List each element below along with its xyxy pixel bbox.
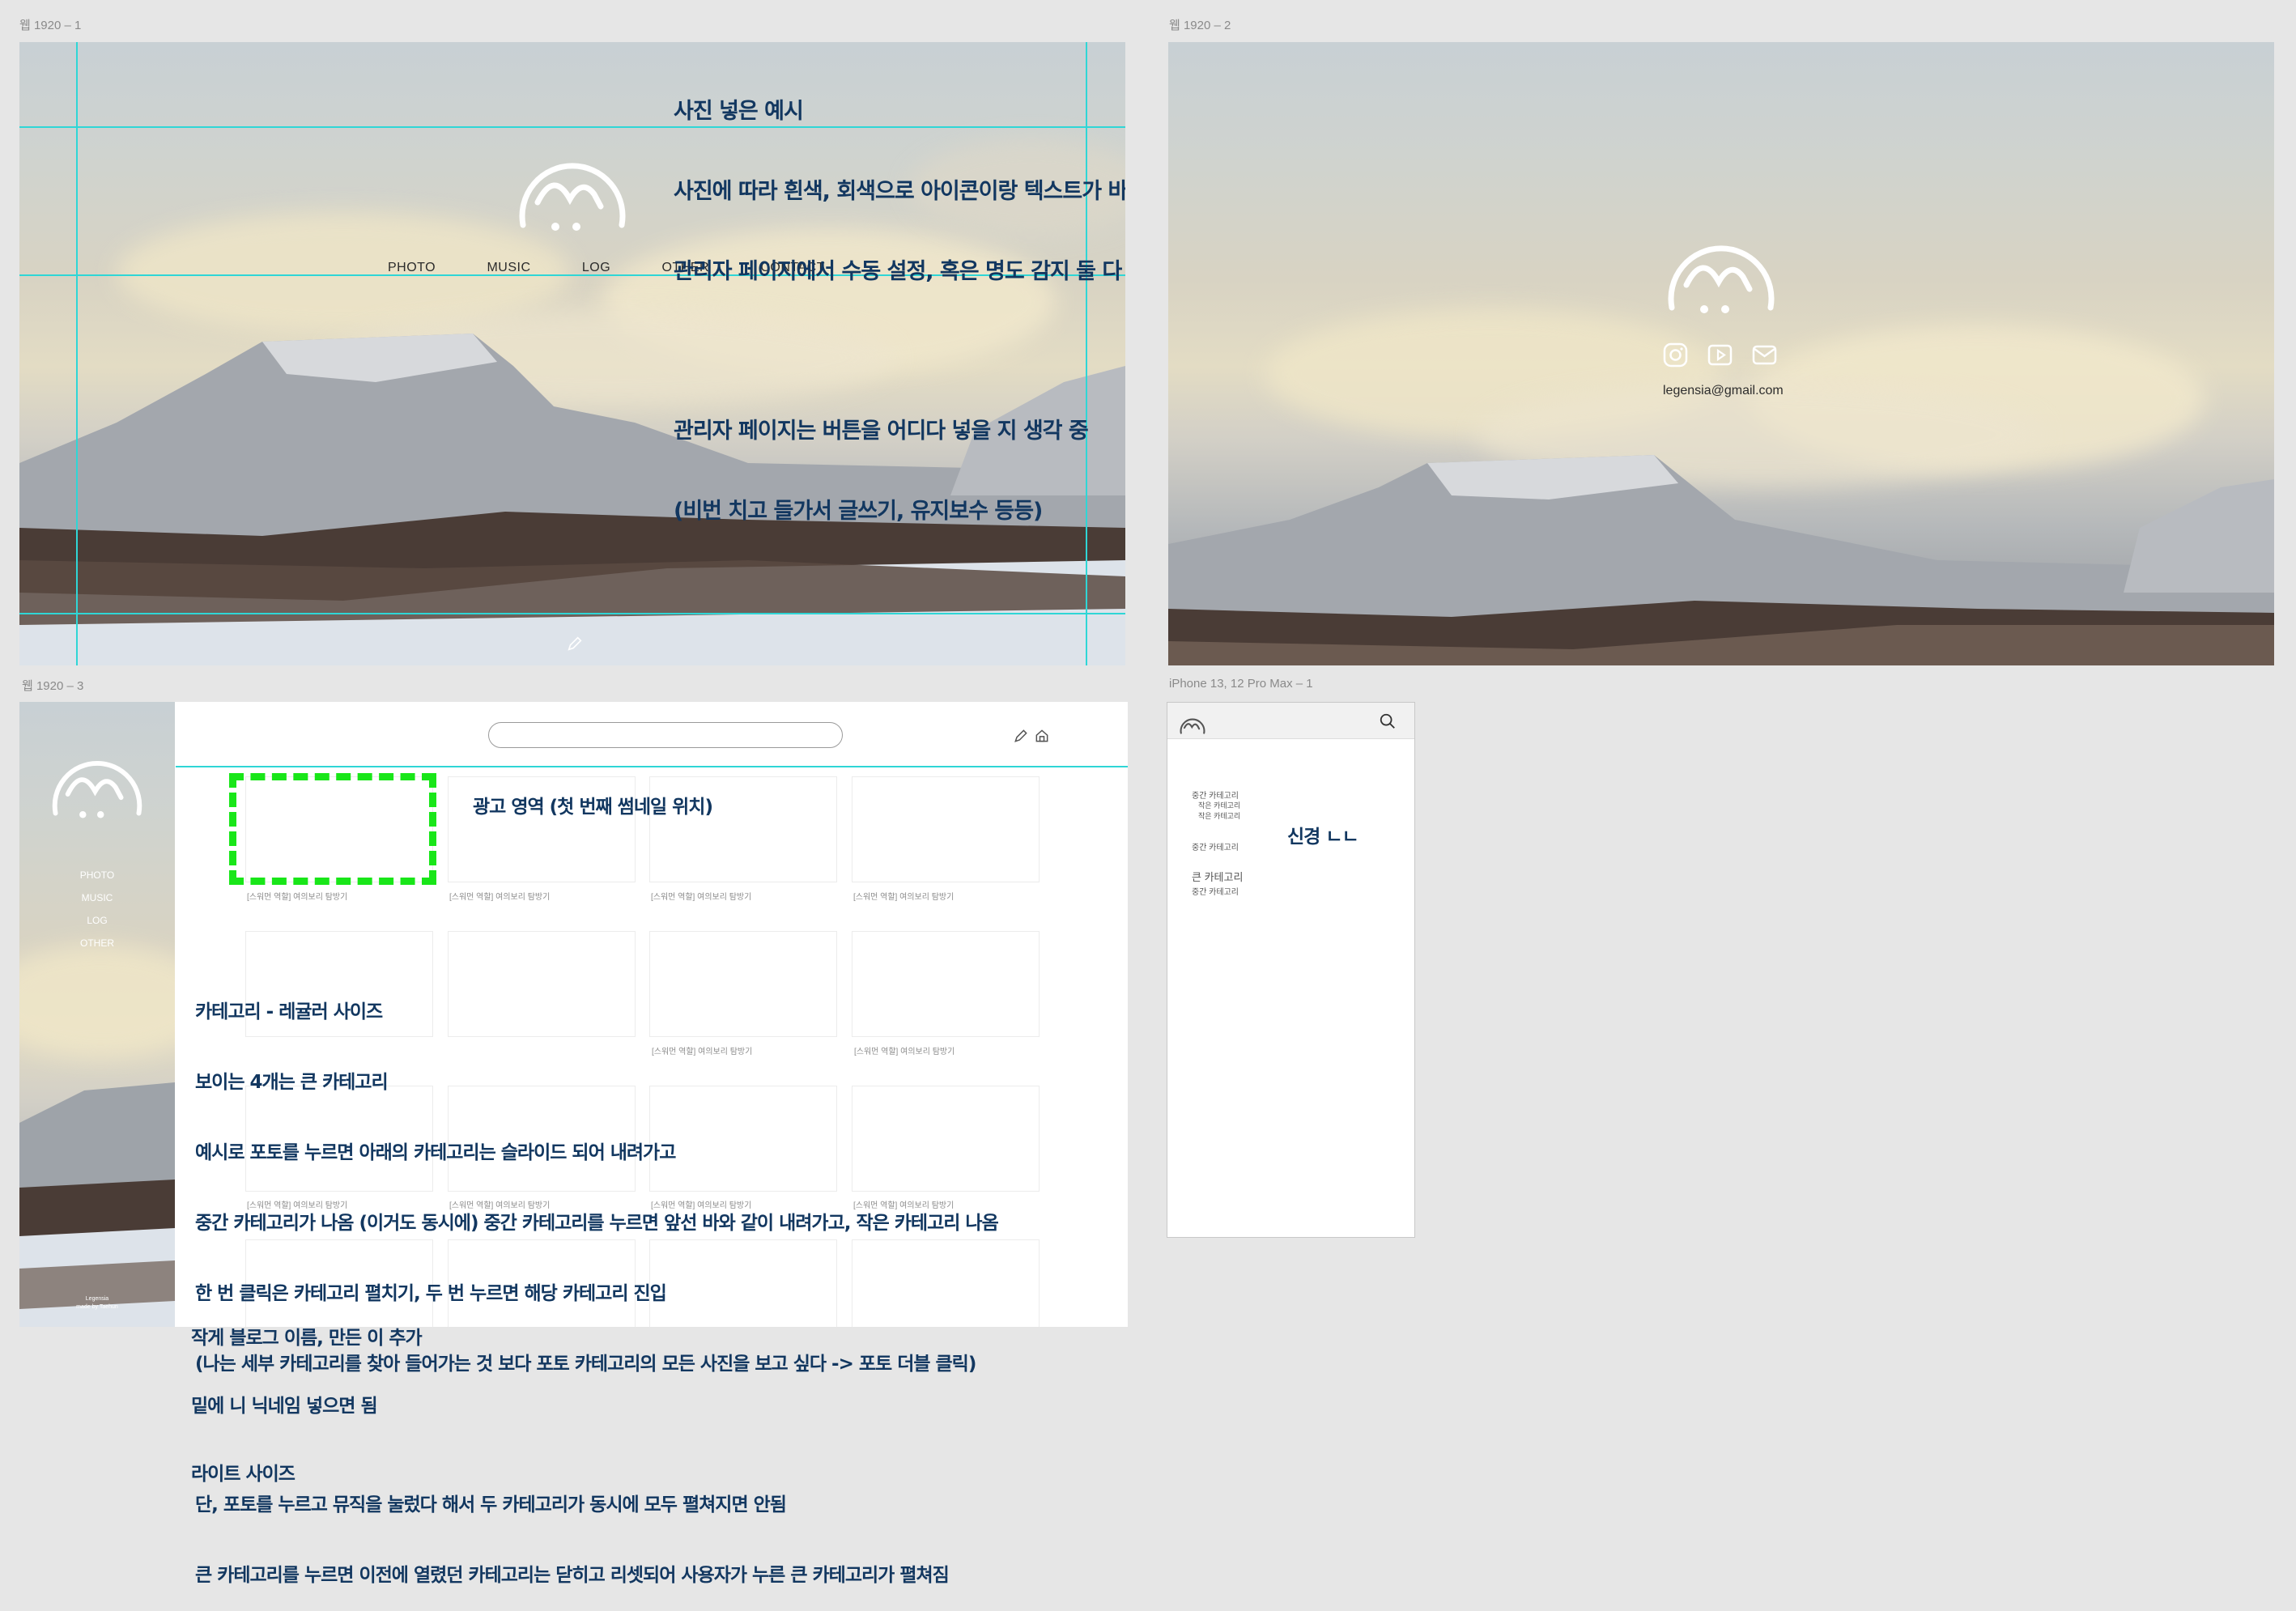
annotation-ad: 광고 영역 (첫 번째 썸네일 위치) [473,797,713,818]
artboard-iphone: 중간 카테고리 작은 카테고리 작은 카테고리 중간 카테고리 큰 카테고리 중… [1167,702,1415,1238]
annotation-photo: 사진 넣은 예시 사진에 따라 흰색, 회색으로 아이콘이랑 텍스트가 바뀌어야… [674,98,1125,524]
search-input[interactable] [488,722,843,748]
menu-mid-category[interactable]: 중간 카테고리 [1192,788,1239,801]
instagram-icon[interactable] [1662,342,1689,368]
frame-title-4: iPhone 13, 12 Pro Max – 1 [1169,677,1313,691]
youtube-icon[interactable] [1707,342,1733,368]
logo-arc-icon[interactable] [513,130,631,233]
thumbnail[interactable] [448,776,636,882]
sidebar: PHOTO MUSIC LOG OTHER Legensia made by T… [19,702,175,1327]
menu-big-category[interactable]: 큰 카테고리 [1192,869,1243,884]
thumbnail-caption[interactable]: [스워먼 역할] 여의보리 탐방기 [651,890,751,902]
annotation-phone: 신경 ㄴㄴ [1287,827,1359,848]
thumbnail-caption[interactable]: [스워먼 역할] 여의보리 탐방기 [247,890,347,902]
artboard-web-2: legensia@gmail.com [1168,42,2274,665]
mail-icon[interactable] [1751,342,1778,368]
thumbnail-caption[interactable]: [스워먼 역할] 여의보리 탐방기 [853,890,954,902]
annotation-blog-name: 작게 블로그 이름, 만든 이 추가 밑에 니 닉네임 넣으면 됨 라이트 사이… [191,1328,423,1485]
ad-area-placeholder [229,773,436,885]
search-icon[interactable] [1379,712,1397,730]
logo-arc-icon[interactable] [47,733,147,820]
edit-icon[interactable] [566,635,584,652]
frame-title-1: 웹 1920 – 1 [19,19,82,32]
menu-mid-category[interactable]: 중간 카테고리 [1192,885,1239,897]
thumbnail[interactable] [649,776,837,882]
contact-email[interactable]: legensia@gmail.com [1663,384,1784,398]
menu-small-category[interactable]: 작은 카테고리 [1198,800,1240,810]
nav-music[interactable]: MUSIC [487,261,530,275]
menu-small-category[interactable]: 작은 카테고리 [1198,810,1240,821]
logo-arc-icon[interactable] [1662,212,1780,316]
logo-arc-icon[interactable] [1179,711,1206,735]
thumbnail[interactable] [852,776,1040,882]
home-icon[interactable] [1034,728,1050,744]
thumbnail-caption[interactable]: [스워먼 역할] 여의보리 탐방기 [449,890,550,902]
frame-title-2: 웹 1920 – 2 [1169,19,1231,32]
sidebar-item-music[interactable]: MUSIC [19,892,175,903]
sidebar-item-log[interactable]: LOG [19,915,175,926]
edit-icon[interactable] [1013,728,1029,744]
sidebar-item-other[interactable]: OTHER [19,937,175,949]
sidebar-footer: Legensia made by Taehun [76,1296,118,1310]
menu-mid-category[interactable]: 중간 카테고리 [1192,840,1239,852]
frame-title-3: 웹 1920 – 3 [22,679,84,693]
artboard-web-1: PHOTO MUSIC LOG OTHER CONTACT 사진 넣은 예시 사… [19,42,1125,665]
nav-log[interactable]: LOG [582,261,610,275]
nav-photo[interactable]: PHOTO [388,261,436,275]
sidebar-item-photo[interactable]: PHOTO [19,869,175,881]
